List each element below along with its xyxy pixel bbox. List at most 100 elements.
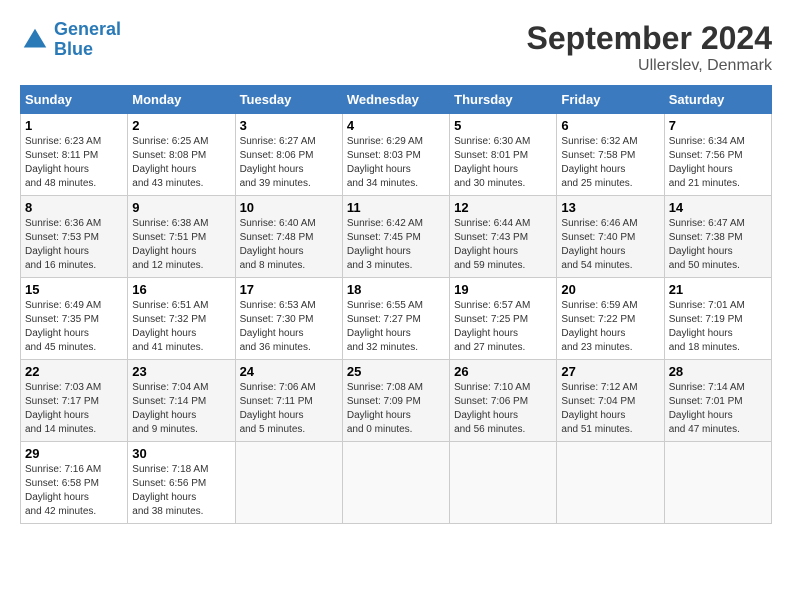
calendar-day-cell: 18 Sunrise: 6:55 AMSunset: 7:27 PMDaylig… bbox=[342, 278, 449, 360]
weekday-header-thursday: Thursday bbox=[450, 86, 557, 114]
calendar-day-cell bbox=[664, 442, 771, 524]
day-number: 27 bbox=[561, 364, 659, 379]
calendar-day-cell: 2 Sunrise: 6:25 AMSunset: 8:08 PMDayligh… bbox=[128, 114, 235, 196]
calendar-day-cell: 1 Sunrise: 6:23 AMSunset: 8:11 PMDayligh… bbox=[21, 114, 128, 196]
calendar-day-cell bbox=[235, 442, 342, 524]
calendar-week-row: 15 Sunrise: 6:49 AMSunset: 7:35 PMDaylig… bbox=[21, 278, 772, 360]
day-info: Sunrise: 7:06 AMSunset: 7:11 PMDaylight … bbox=[240, 381, 338, 437]
calendar-day-cell: 27 Sunrise: 7:12 AMSunset: 7:04 PMDaylig… bbox=[557, 360, 664, 442]
calendar-day-cell: 22 Sunrise: 7:03 AMSunset: 7:17 PMDaylig… bbox=[21, 360, 128, 442]
day-info: Sunrise: 6:29 AMSunset: 8:03 PMDaylight … bbox=[347, 135, 445, 191]
calendar-day-cell: 7 Sunrise: 6:34 AMSunset: 7:56 PMDayligh… bbox=[664, 114, 771, 196]
calendar-day-cell: 11 Sunrise: 6:42 AMSunset: 7:45 PMDaylig… bbox=[342, 196, 449, 278]
calendar-day-cell: 9 Sunrise: 6:38 AMSunset: 7:51 PMDayligh… bbox=[128, 196, 235, 278]
calendar-day-cell: 24 Sunrise: 7:06 AMSunset: 7:11 PMDaylig… bbox=[235, 360, 342, 442]
day-number: 17 bbox=[240, 282, 338, 297]
calendar-day-cell: 29 Sunrise: 7:16 AMSunset: 6:58 PMDaylig… bbox=[21, 442, 128, 524]
day-number: 2 bbox=[132, 118, 230, 133]
day-info: Sunrise: 6:40 AMSunset: 7:48 PMDaylight … bbox=[240, 217, 338, 273]
day-info: Sunrise: 7:12 AMSunset: 7:04 PMDaylight … bbox=[561, 381, 659, 437]
day-number: 30 bbox=[132, 446, 230, 461]
calendar-day-cell: 20 Sunrise: 6:59 AMSunset: 7:22 PMDaylig… bbox=[557, 278, 664, 360]
weekday-header-monday: Monday bbox=[128, 86, 235, 114]
location: Ullerslev, Denmark bbox=[527, 57, 772, 75]
day-number: 10 bbox=[240, 200, 338, 215]
day-number: 19 bbox=[454, 282, 552, 297]
day-info: Sunrise: 6:34 AMSunset: 7:56 PMDaylight … bbox=[669, 135, 767, 191]
day-info: Sunrise: 6:47 AMSunset: 7:38 PMDaylight … bbox=[669, 217, 767, 273]
day-info: Sunrise: 6:53 AMSunset: 7:30 PMDaylight … bbox=[240, 299, 338, 355]
day-number: 20 bbox=[561, 282, 659, 297]
day-info: Sunrise: 7:18 AMSunset: 6:56 PMDaylight … bbox=[132, 463, 230, 519]
day-number: 12 bbox=[454, 200, 552, 215]
weekday-header-tuesday: Tuesday bbox=[235, 86, 342, 114]
day-number: 13 bbox=[561, 200, 659, 215]
day-info: Sunrise: 6:57 AMSunset: 7:25 PMDaylight … bbox=[454, 299, 552, 355]
day-number: 14 bbox=[669, 200, 767, 215]
page-header: General Blue September 2024 Ullerslev, D… bbox=[20, 20, 772, 75]
day-number: 5 bbox=[454, 118, 552, 133]
day-info: Sunrise: 7:14 AMSunset: 7:01 PMDaylight … bbox=[669, 381, 767, 437]
day-number: 8 bbox=[25, 200, 123, 215]
title-block: September 2024 Ullerslev, Denmark bbox=[527, 20, 772, 75]
calendar-day-cell: 28 Sunrise: 7:14 AMSunset: 7:01 PMDaylig… bbox=[664, 360, 771, 442]
day-number: 23 bbox=[132, 364, 230, 379]
day-info: Sunrise: 6:38 AMSunset: 7:51 PMDaylight … bbox=[132, 217, 230, 273]
calendar-day-cell bbox=[557, 442, 664, 524]
day-number: 26 bbox=[454, 364, 552, 379]
day-info: Sunrise: 6:49 AMSunset: 7:35 PMDaylight … bbox=[25, 299, 123, 355]
calendar-day-cell: 4 Sunrise: 6:29 AMSunset: 8:03 PMDayligh… bbox=[342, 114, 449, 196]
day-info: Sunrise: 7:03 AMSunset: 7:17 PMDaylight … bbox=[25, 381, 123, 437]
day-info: Sunrise: 6:44 AMSunset: 7:43 PMDaylight … bbox=[454, 217, 552, 273]
day-number: 3 bbox=[240, 118, 338, 133]
day-info: Sunrise: 6:25 AMSunset: 8:08 PMDaylight … bbox=[132, 135, 230, 191]
day-number: 28 bbox=[669, 364, 767, 379]
calendar-week-row: 1 Sunrise: 6:23 AMSunset: 8:11 PMDayligh… bbox=[21, 114, 772, 196]
calendar-day-cell: 12 Sunrise: 6:44 AMSunset: 7:43 PMDaylig… bbox=[450, 196, 557, 278]
calendar-week-row: 22 Sunrise: 7:03 AMSunset: 7:17 PMDaylig… bbox=[21, 360, 772, 442]
calendar-day-cell: 19 Sunrise: 6:57 AMSunset: 7:25 PMDaylig… bbox=[450, 278, 557, 360]
day-number: 4 bbox=[347, 118, 445, 133]
calendar-day-cell: 26 Sunrise: 7:10 AMSunset: 7:06 PMDaylig… bbox=[450, 360, 557, 442]
day-info: Sunrise: 7:01 AMSunset: 7:19 PMDaylight … bbox=[669, 299, 767, 355]
day-number: 25 bbox=[347, 364, 445, 379]
calendar-day-cell bbox=[342, 442, 449, 524]
calendar-day-cell: 15 Sunrise: 6:49 AMSunset: 7:35 PMDaylig… bbox=[21, 278, 128, 360]
day-info: Sunrise: 7:16 AMSunset: 6:58 PMDaylight … bbox=[25, 463, 123, 519]
calendar-day-cell: 10 Sunrise: 6:40 AMSunset: 7:48 PMDaylig… bbox=[235, 196, 342, 278]
day-info: Sunrise: 6:23 AMSunset: 8:11 PMDaylight … bbox=[25, 135, 123, 191]
day-number: 9 bbox=[132, 200, 230, 215]
calendar-day-cell: 25 Sunrise: 7:08 AMSunset: 7:09 PMDaylig… bbox=[342, 360, 449, 442]
calendar-day-cell: 17 Sunrise: 6:53 AMSunset: 7:30 PMDaylig… bbox=[235, 278, 342, 360]
calendar-day-cell: 30 Sunrise: 7:18 AMSunset: 6:56 PMDaylig… bbox=[128, 442, 235, 524]
day-number: 11 bbox=[347, 200, 445, 215]
day-info: Sunrise: 7:10 AMSunset: 7:06 PMDaylight … bbox=[454, 381, 552, 437]
day-info: Sunrise: 7:08 AMSunset: 7:09 PMDaylight … bbox=[347, 381, 445, 437]
day-number: 24 bbox=[240, 364, 338, 379]
weekday-header-row: SundayMondayTuesdayWednesdayThursdayFrid… bbox=[21, 86, 772, 114]
day-number: 6 bbox=[561, 118, 659, 133]
calendar-day-cell: 8 Sunrise: 6:36 AMSunset: 7:53 PMDayligh… bbox=[21, 196, 128, 278]
calendar-day-cell: 23 Sunrise: 7:04 AMSunset: 7:14 PMDaylig… bbox=[128, 360, 235, 442]
weekday-header-wednesday: Wednesday bbox=[342, 86, 449, 114]
day-number: 1 bbox=[25, 118, 123, 133]
day-info: Sunrise: 6:59 AMSunset: 7:22 PMDaylight … bbox=[561, 299, 659, 355]
day-info: Sunrise: 6:36 AMSunset: 7:53 PMDaylight … bbox=[25, 217, 123, 273]
month-year: September 2024 bbox=[527, 20, 772, 57]
weekday-header-saturday: Saturday bbox=[664, 86, 771, 114]
calendar-day-cell: 13 Sunrise: 6:46 AMSunset: 7:40 PMDaylig… bbox=[557, 196, 664, 278]
day-info: Sunrise: 6:42 AMSunset: 7:45 PMDaylight … bbox=[347, 217, 445, 273]
calendar-day-cell bbox=[450, 442, 557, 524]
calendar-day-cell: 5 Sunrise: 6:30 AMSunset: 8:01 PMDayligh… bbox=[450, 114, 557, 196]
logo-text: General Blue bbox=[54, 20, 121, 60]
day-number: 29 bbox=[25, 446, 123, 461]
day-info: Sunrise: 6:55 AMSunset: 7:27 PMDaylight … bbox=[347, 299, 445, 355]
calendar-day-cell: 16 Sunrise: 6:51 AMSunset: 7:32 PMDaylig… bbox=[128, 278, 235, 360]
day-info: Sunrise: 6:30 AMSunset: 8:01 PMDaylight … bbox=[454, 135, 552, 191]
day-info: Sunrise: 6:32 AMSunset: 7:58 PMDaylight … bbox=[561, 135, 659, 191]
weekday-header-friday: Friday bbox=[557, 86, 664, 114]
logo-icon bbox=[20, 25, 50, 55]
day-number: 22 bbox=[25, 364, 123, 379]
day-number: 18 bbox=[347, 282, 445, 297]
calendar-day-cell: 21 Sunrise: 7:01 AMSunset: 7:19 PMDaylig… bbox=[664, 278, 771, 360]
